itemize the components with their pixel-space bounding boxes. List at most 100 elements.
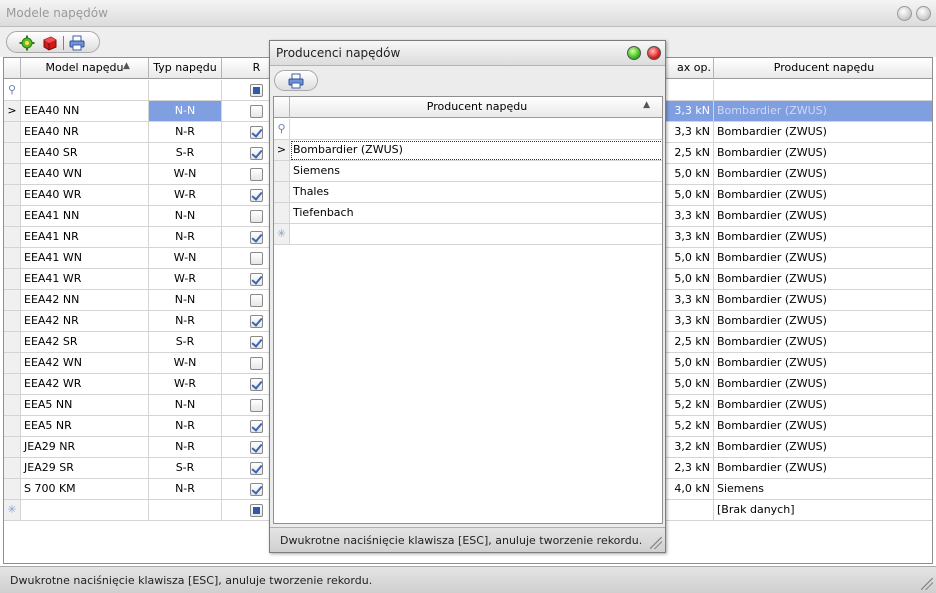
r-checkbox[interactable] [249, 462, 263, 475]
cell-producent[interactable]: Bombardier (ZWUS) [714, 227, 932, 248]
cell-producent[interactable]: Bombardier (ZWUS) [714, 395, 932, 416]
cell-typ[interactable]: N-N [149, 101, 222, 122]
cell-typ[interactable]: W-R [149, 374, 222, 395]
cell-typ[interactable]: W-N [149, 353, 222, 374]
cell-producent[interactable]: Bombardier (ZWUS) [714, 101, 932, 122]
cell-model[interactable]: EEA5 NN [21, 395, 149, 416]
cell-producent[interactable]: Bombardier (ZWUS) [714, 206, 932, 227]
r-checkbox[interactable] [249, 147, 263, 160]
cell-producent[interactable]: Siemens [290, 161, 662, 182]
cell-model[interactable]: JEA29 NR [21, 437, 149, 458]
r-checkbox[interactable] [249, 105, 263, 118]
cell-producent[interactable]: Siemens [714, 479, 932, 500]
r-checkbox[interactable] [249, 441, 263, 454]
cell-model[interactable]: EEA41 WN [21, 248, 149, 269]
cell-producent[interactable]: Bombardier (ZWUS) [290, 140, 662, 161]
list-item[interactable]: Tiefenbach [274, 203, 662, 224]
cell-producent[interactable]: Bombardier (ZWUS) [714, 290, 932, 311]
close-button[interactable] [916, 6, 931, 21]
column-header-producent[interactable]: Producent napędu [714, 58, 932, 79]
r-checkbox[interactable] [249, 336, 263, 349]
cell-producent[interactable]: Bombardier (ZWUS) [714, 458, 932, 479]
cell-typ[interactable]: S-R [149, 458, 222, 479]
cell-model[interactable]: EEA42 WN [21, 353, 149, 374]
cell-model[interactable]: EEA42 NN [21, 290, 149, 311]
cell-producent[interactable]: Bombardier (ZWUS) [714, 437, 932, 458]
cell-model[interactable]: EEA5 NR [21, 416, 149, 437]
red-box-icon[interactable] [42, 35, 58, 51]
r-checkbox[interactable] [249, 126, 263, 139]
list-item[interactable]: Siemens [274, 161, 662, 182]
r-checkbox[interactable] [249, 168, 263, 181]
resize-grip-icon[interactable] [921, 578, 933, 590]
cell-model[interactable]: EEA40 NN [21, 101, 149, 122]
cell-typ[interactable]: N-R [149, 122, 222, 143]
cell-model[interactable]: EEA42 SR [21, 332, 149, 353]
r-checkbox[interactable] [249, 273, 263, 286]
cell-producent[interactable]: Bombardier (ZWUS) [714, 143, 932, 164]
cell-typ[interactable]: N-R [149, 437, 222, 458]
cell-typ[interactable]: N-N [149, 290, 222, 311]
cell-typ[interactable]: W-N [149, 164, 222, 185]
r-checkbox[interactable] [249, 357, 263, 370]
new-cell-typ[interactable] [149, 500, 222, 521]
cell-typ[interactable]: N-R [149, 227, 222, 248]
dialog-resize-grip-icon[interactable] [650, 537, 662, 549]
cell-producent[interactable]: Bombardier (ZWUS) [714, 185, 932, 206]
cell-producent[interactable]: Bombardier (ZWUS) [714, 374, 932, 395]
dialog-close-button[interactable] [647, 46, 661, 60]
cell-typ[interactable]: N-R [149, 416, 222, 437]
r-checkbox[interactable] [249, 231, 263, 244]
cell-model[interactable]: EEA40 WN [21, 164, 149, 185]
new-record-row[interactable]: ✳ [274, 224, 662, 245]
cell-producent[interactable]: Bombardier (ZWUS) [714, 269, 932, 290]
cell-typ[interactable]: W-R [149, 185, 222, 206]
list-item[interactable]: > Bombardier (ZWUS) [274, 140, 662, 161]
cell-model[interactable]: JEA29 SR [21, 458, 149, 479]
cell-model[interactable]: EEA42 WR [21, 374, 149, 395]
cell-typ[interactable]: S-R [149, 332, 222, 353]
gear-icon[interactable] [19, 35, 35, 51]
new-r-checkbox[interactable] [249, 504, 263, 517]
dialog-print-button[interactable] [274, 70, 318, 91]
r-checkbox[interactable] [249, 378, 263, 391]
filter-typ[interactable] [149, 80, 222, 101]
dialog-column-header-producent[interactable]: Producent napędu ▲ [290, 97, 662, 118]
minimize-button[interactable] [897, 6, 912, 21]
cell-typ[interactable]: N-R [149, 479, 222, 500]
new-cell-producent[interactable] [290, 224, 662, 245]
cell-producent[interactable]: Bombardier (ZWUS) [714, 164, 932, 185]
r-checkbox[interactable] [249, 315, 263, 328]
cell-typ[interactable]: N-N [149, 206, 222, 227]
dialog-filter-producent[interactable] [290, 119, 662, 140]
r-checkbox[interactable] [249, 210, 263, 223]
r-checkbox[interactable] [249, 189, 263, 202]
cell-model[interactable]: EEA41 NR [21, 227, 149, 248]
cell-producent[interactable]: Bombardier (ZWUS) [714, 416, 932, 437]
r-checkbox[interactable] [249, 420, 263, 433]
new-cell-producent[interactable]: [Brak danych] [714, 500, 932, 521]
cell-producent[interactable]: Tiefenbach [290, 203, 662, 224]
cell-model[interactable]: EEA42 NR [21, 311, 149, 332]
cell-producent[interactable]: Bombardier (ZWUS) [714, 353, 932, 374]
column-header-model[interactable]: Model napędu ▲ [21, 58, 149, 79]
filter-model[interactable] [21, 80, 149, 101]
cell-producent[interactable]: Bombardier (ZWUS) [714, 122, 932, 143]
r-checkbox[interactable] [249, 252, 263, 265]
cell-typ[interactable]: N-N [149, 395, 222, 416]
printer-icon[interactable] [69, 35, 85, 51]
list-item[interactable]: Thales [274, 182, 662, 203]
r-checkbox[interactable] [249, 294, 263, 307]
dialog-maximize-button[interactable] [627, 46, 641, 60]
cell-model[interactable]: EEA41 NN [21, 206, 149, 227]
cell-model[interactable]: EEA41 WR [21, 269, 149, 290]
cell-producent[interactable]: Bombardier (ZWUS) [714, 248, 932, 269]
cell-model[interactable]: EEA40 WR [21, 185, 149, 206]
cell-model[interactable]: S 700 KM [21, 479, 149, 500]
column-header-typ[interactable]: Typ napędu [149, 58, 222, 79]
filter-r-checkbox[interactable] [249, 84, 263, 97]
r-checkbox[interactable] [249, 483, 263, 496]
cell-typ[interactable]: W-N [149, 248, 222, 269]
cell-producent[interactable]: Bombardier (ZWUS) [714, 311, 932, 332]
filter-producent[interactable] [714, 80, 932, 101]
